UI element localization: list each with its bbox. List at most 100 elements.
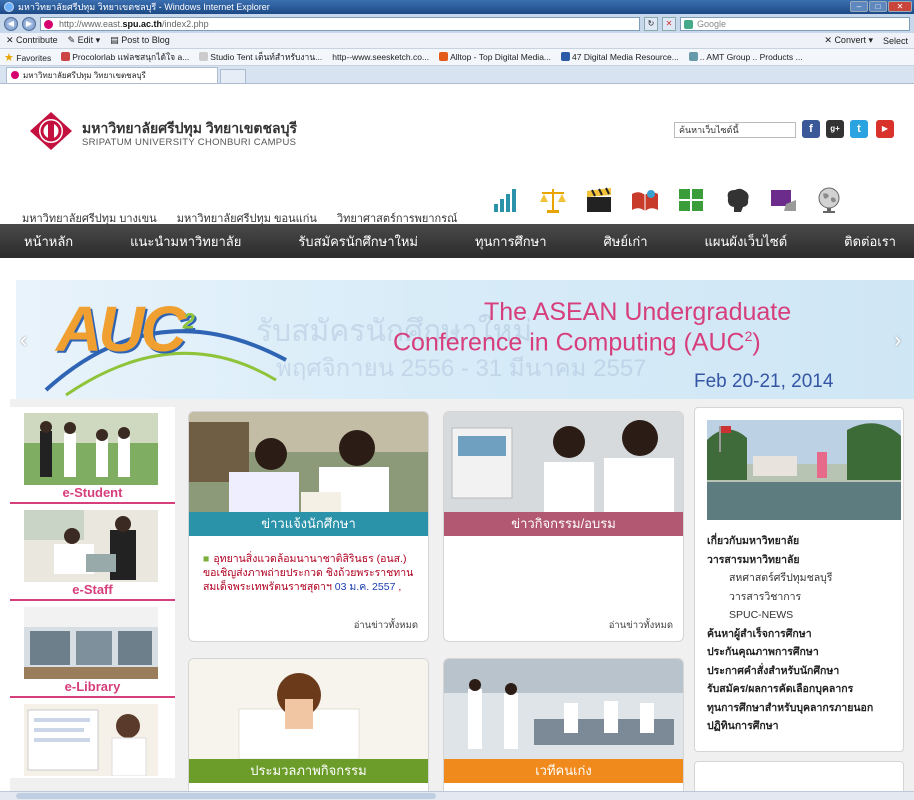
right-link[interactable]: ทุนการศึกษาสำหรับบุคลากรภายนอก — [707, 699, 873, 718]
browser-search-input[interactable]: Google — [680, 16, 910, 31]
calculator-icon[interactable] — [676, 186, 706, 214]
university-logo-icon[interactable] — [28, 110, 74, 152]
stop-icon[interactable]: ✕ — [662, 16, 676, 31]
favorite-link[interactable]: Studio Tent เต็นท์สำหรับงาน... — [199, 50, 322, 64]
favorites-button[interactable]: ★ Favorites — [4, 51, 51, 64]
nav-home[interactable]: หน้าหลัก — [24, 231, 73, 252]
nav-contact[interactable]: ติดต่อเรา — [844, 231, 896, 252]
e-staff-block[interactable]: e-Staff — [10, 504, 175, 601]
edit-button[interactable]: ✎ Edit ▾ — [68, 35, 101, 46]
right-link[interactable]: วารสารวิชาการ — [707, 588, 873, 607]
presentation-icon[interactable] — [768, 186, 798, 214]
site-search-input[interactable]: ค้นหาเว็บไซต์นี้ — [674, 122, 796, 138]
hero-banner[interactable]: AUC2 รับสมัครนักศึกษาใหม่ พฤศจิกายน 2556… — [16, 280, 914, 399]
activity-news-title[interactable]: ข่าวกิจกรรม/อบรม — [444, 512, 683, 536]
e-library-photo — [24, 607, 158, 679]
favorite-link[interactable]: Procolorlab แฟลชสนุกได้ใจ a... — [61, 50, 189, 64]
activity-news-read-all[interactable]: อ่านข่าวทั้งหมด — [609, 618, 673, 633]
nav-alumni[interactable]: ศิษย์เก่า — [604, 231, 648, 252]
campus-link-bangkhen[interactable]: มหาวิทยาลัยศรีปทุม บางเขน — [22, 209, 157, 227]
right-link[interactable]: วารสารมหาวิทยาลัย — [707, 551, 873, 570]
right-link[interactable]: ปฏิทินการศึกษา — [707, 717, 873, 736]
main-nav: หน้าหลัก แนะนำมหาวิทยาลัย รับสมัครนักศึก… — [0, 224, 914, 258]
new-tab-button[interactable] — [220, 69, 246, 83]
e-library-block[interactable]: e-Library — [10, 601, 175, 698]
bullet-icon: ■ — [203, 553, 210, 565]
favorites-bar: ★ Favorites Procolorlab แฟลชสนุกได้ใจ a.… — [0, 49, 914, 66]
web-page: มหาวิทยาลัยศรีปทุม วิทยาเขตชลบุรี SRIPAT… — [0, 102, 914, 800]
scrollbar-thumb[interactable] — [16, 793, 436, 799]
e-document-block[interactable] — [10, 698, 175, 778]
nav-about[interactable]: แนะนำมหาวิทยาลัย — [130, 231, 241, 252]
address-row: ◀ ▶ http://www.east.spu.ac.th/index2.php… — [0, 14, 914, 33]
ie-icon — [4, 2, 14, 12]
twitter-icon[interactable]: t — [850, 120, 868, 138]
favorite-link[interactable]: 47 Digital Media Resource... — [561, 52, 679, 62]
star-icon: ★ — [4, 51, 14, 64]
banner-prev-icon[interactable]: ‹ — [20, 328, 34, 352]
nav-admission[interactable]: รับสมัครนักศึกษาใหม่ — [298, 231, 418, 252]
minimize-button[interactable]: – — [850, 1, 868, 12]
tab-strip: มหาวิทยาลัยศรีปทุม วิทยาเขตชลบุรี — [0, 66, 914, 84]
post-to-blog-button[interactable]: ▤ Post to Blog — [110, 35, 170, 46]
right-link[interactable]: สหศาสตร์ศรีปทุมชลบุรี — [707, 569, 873, 588]
news-item[interactable]: ■ อุทยานสิ่งแวดล้อมนานาชาติสิรินธร (อนส.)… — [203, 552, 414, 594]
e-student-block[interactable]: e-Student — [10, 407, 175, 504]
google-plus-icon[interactable]: g+ — [826, 120, 844, 138]
e-library-label: e-Library — [64, 679, 121, 694]
student-news-read-all[interactable]: อ่านข่าวทั้งหมด — [354, 618, 418, 633]
book-icon[interactable] — [630, 186, 660, 214]
right-link[interactable]: ประกันคุณภาพการศึกษา — [707, 643, 873, 662]
right-link[interactable]: ค้นหาผู้สำเร็จการศึกษา — [707, 625, 873, 644]
back-icon[interactable]: ◀ — [4, 16, 18, 31]
facebook-icon[interactable]: f — [802, 120, 820, 138]
right-link[interactable]: ประกาศคำสั่งสำหรับนักศึกษา — [707, 662, 873, 681]
convert-button[interactable]: ✕ Convert ▾ — [824, 35, 873, 46]
student-news-photo — [189, 412, 428, 512]
refresh-icon[interactable]: ↻ — [644, 16, 658, 31]
forward-icon[interactable]: ▶ — [22, 16, 36, 31]
activity-news-card: ข่าวกิจกรรม/อบรม อ่านข่าวทั้งหมด — [443, 411, 684, 642]
campus-link-khonkaen[interactable]: มหาวิทยาลัยศรีปทุม ขอนแก่น — [177, 209, 317, 227]
student-news-title[interactable]: ข่าวแจ้งนักศึกษา — [189, 512, 428, 536]
contribute-button[interactable]: ✕ Contribute — [6, 35, 58, 46]
e-student-label: e-Student — [62, 485, 123, 500]
right-links: เกี่ยวกับมหาวิทยาลัย วารสารมหาวิทยาลัย ส… — [707, 532, 873, 736]
window-titlebar: มหาวิทยาลัยศรีปทุม วิทยาเขตชลบุรี - Wind… — [0, 0, 914, 14]
maximize-button[interactable]: □ — [869, 1, 887, 12]
close-button[interactable]: ✕ — [888, 1, 912, 12]
student-news-card: ข่าวแจ้งนักศึกษา ■ อุทยานสิ่งแวดล้อมนานาช… — [188, 411, 429, 642]
campus-link-forecast[interactable]: วิทยาศาสตร์การพยากรณ์ — [337, 209, 457, 227]
banner-next-icon[interactable]: › — [894, 328, 908, 352]
nav-scholarship[interactable]: ทุนการศึกษา — [475, 231, 547, 252]
bar-chart-icon[interactable] — [492, 186, 522, 214]
address-bar[interactable]: http://www.east.spu.ac.th/index2.php — [40, 16, 640, 31]
talent-stage-title[interactable]: เวทีคนเก่ง — [444, 759, 683, 783]
brain-icon[interactable] — [722, 186, 752, 214]
banner-title-line2: Conference in Computing (AUC2) — [393, 328, 761, 357]
tab-current[interactable]: มหาวิทยาลัยศรีปทุม วิทยาเขตชลบุรี — [6, 67, 218, 83]
youtube-icon[interactable]: ▶ — [876, 120, 894, 138]
window-controls: – □ ✕ — [850, 1, 912, 12]
auc-logo: AUC2 — [56, 293, 195, 365]
favorite-link[interactable]: http--www.seesketch.co... — [332, 52, 429, 62]
favorite-link[interactable]: Alltop - Top Digital Media... — [439, 52, 551, 62]
right-link[interactable]: เกี่ยวกับมหาวิทยาลัย — [707, 532, 873, 551]
nav-sitemap[interactable]: แผนผังเว็บไซต์ — [705, 231, 788, 252]
gallery-title[interactable]: ประมวลภาพกิจกรรม — [189, 759, 428, 783]
e-document-photo — [24, 704, 158, 776]
talent-stage-photo — [444, 659, 683, 759]
scales-icon[interactable] — [538, 186, 568, 214]
e-student-photo — [24, 413, 158, 485]
horizontal-scrollbar[interactable] — [0, 791, 914, 800]
right-link[interactable]: รับสมัคร/ผลการคัดเลือกบุคลากร — [707, 680, 873, 699]
select-button[interactable]: Select — [883, 36, 908, 46]
clapperboard-icon[interactable] — [584, 186, 614, 214]
favorite-link[interactable]: .. AMT Group .. Products ... — [688, 52, 803, 62]
gallery-card: ประมวลภาพกิจกรรม — [188, 658, 429, 800]
command-bar: ✕ Contribute ✎ Edit ▾ ▤ Post to Blog ✕ C… — [0, 33, 914, 49]
site-header: มหาวิทยาลัยศรีปทุม วิทยาเขตชลบุรี SRIPAT… — [0, 102, 914, 227]
feature-icons — [492, 186, 844, 214]
globe-icon[interactable] — [814, 186, 844, 214]
right-link[interactable]: SPUC-NEWS — [707, 606, 873, 625]
